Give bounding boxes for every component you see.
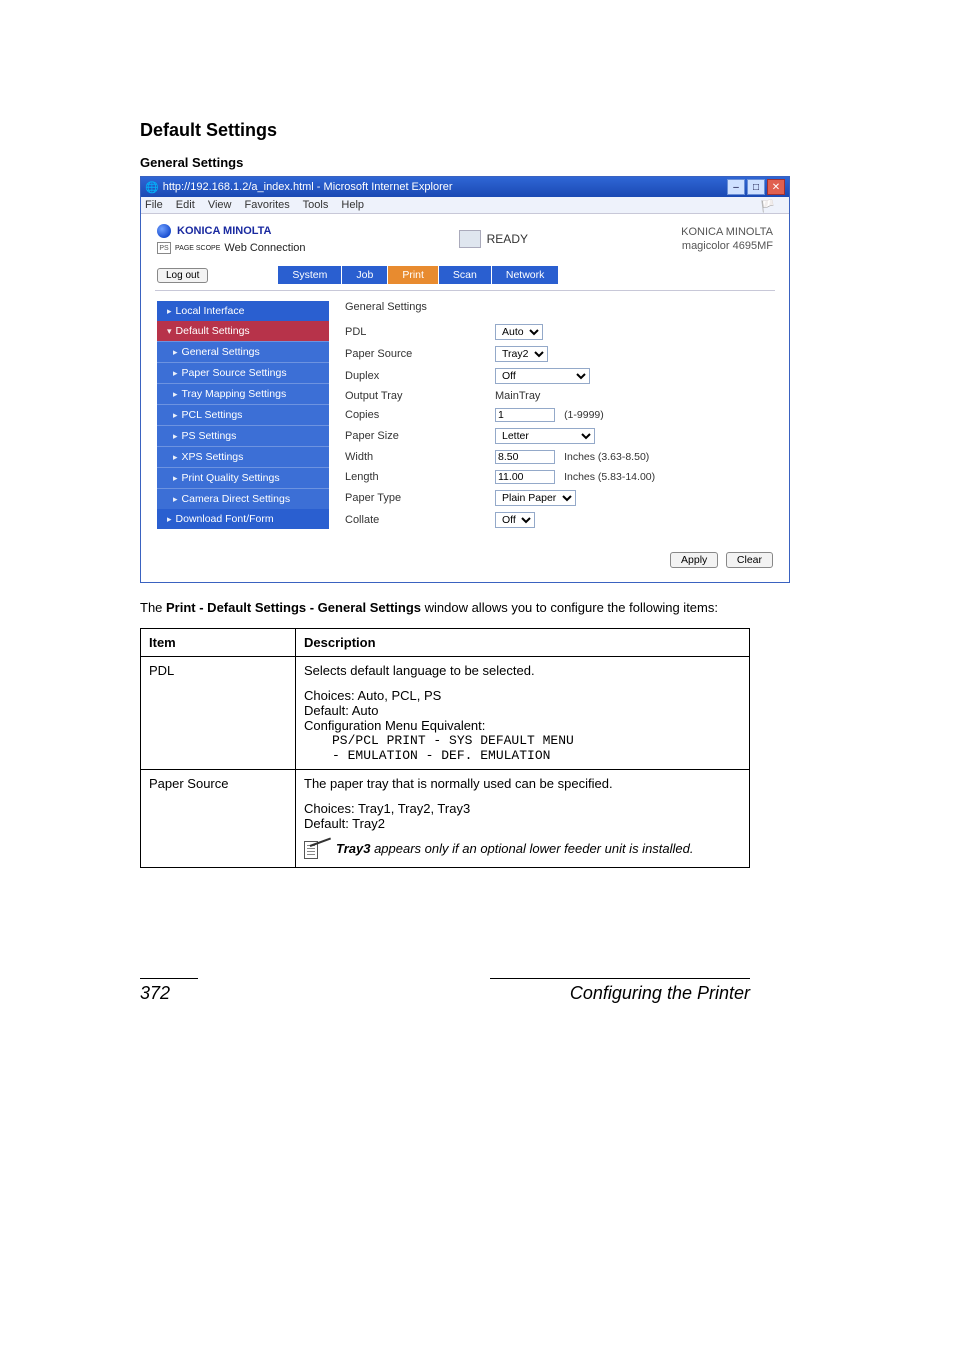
- note-text: Tray3 appears only if an optional lower …: [336, 841, 694, 856]
- pagescope-prefix: PAGE SCOPE: [175, 245, 220, 252]
- tab-job[interactable]: Job: [342, 266, 387, 284]
- brand-block: KONICA MINOLTA PS PAGE SCOPE Web Connect…: [157, 224, 306, 254]
- select-collate[interactable]: Off: [495, 512, 535, 528]
- tab-network[interactable]: Network: [492, 266, 559, 284]
- window-titlebar: 🌐 http://192.168.1.2/a_index.html - Micr…: [141, 177, 789, 197]
- label-length: Length: [345, 471, 495, 483]
- label-output-tray: Output Tray: [345, 390, 495, 402]
- input-copies[interactable]: [495, 408, 555, 422]
- sidebar-item-default-settings[interactable]: Default Settings: [157, 321, 329, 341]
- sidebar-item-local-interface[interactable]: Local Interface: [157, 301, 329, 321]
- unit-width: Inches (3.63-8.50): [564, 451, 649, 463]
- select-duplex[interactable]: Off: [495, 368, 590, 384]
- settings-form: General Settings PDL Auto Paper Source T…: [345, 301, 773, 531]
- input-length[interactable]: [495, 470, 555, 484]
- sidebar-item-xps-settings[interactable]: XPS Settings: [157, 446, 329, 467]
- menu-help[interactable]: Help: [341, 199, 364, 211]
- section-title: Default Settings: [140, 120, 814, 141]
- sidebar: Local Interface Default Settings General…: [157, 301, 329, 531]
- menu-edit[interactable]: Edit: [176, 199, 195, 211]
- browser-window: 🌐 http://192.168.1.2/a_index.html - Micr…: [140, 176, 790, 583]
- row-papersource-desc: The paper tray that is normally used can…: [296, 769, 750, 867]
- label-pdl: PDL: [345, 326, 495, 338]
- select-paper-type[interactable]: Plain Paper: [495, 490, 576, 506]
- pagescope-icon: PS: [157, 242, 171, 254]
- menu-file[interactable]: File: [145, 199, 163, 211]
- sidebar-item-print-quality-settings[interactable]: Print Quality Settings: [157, 467, 329, 488]
- close-button[interactable]: ✕: [767, 179, 785, 195]
- maximize-button[interactable]: □: [747, 179, 765, 195]
- tab-print[interactable]: Print: [388, 266, 438, 284]
- webconnection-label: Web Connection: [224, 242, 305, 254]
- page-number: 372: [140, 983, 170, 1004]
- apply-button[interactable]: Apply: [670, 552, 718, 568]
- form-title: General Settings: [345, 301, 773, 313]
- model-line1: KONICA MINOLTA: [681, 225, 773, 239]
- footer-text: Configuring the Printer: [570, 983, 750, 1004]
- brand-name: KONICA MINOLTA: [177, 225, 272, 237]
- clear-button[interactable]: Clear: [726, 552, 773, 568]
- label-copies: Copies: [345, 409, 495, 421]
- tab-scan[interactable]: Scan: [439, 266, 491, 284]
- menu-view[interactable]: View: [208, 199, 232, 211]
- browser-menubar: File Edit View Favorites Tools Help 🏳️: [141, 197, 789, 214]
- menu-tools[interactable]: Tools: [303, 199, 329, 211]
- select-pdl[interactable]: Auto: [495, 324, 543, 340]
- label-paper-type: Paper Type: [345, 492, 495, 504]
- label-paper-size: Paper Size: [345, 430, 495, 442]
- logout-button[interactable]: Log out: [157, 268, 208, 283]
- sidebar-item-camera-direct-settings[interactable]: Camera Direct Settings: [157, 488, 329, 509]
- window-title: http://192.168.1.2/a_index.html - Micros…: [163, 181, 453, 193]
- sidebar-item-ps-settings[interactable]: PS Settings: [157, 425, 329, 446]
- tab-system[interactable]: System: [278, 266, 341, 284]
- sidebar-item-paper-source-settings[interactable]: Paper Source Settings: [157, 362, 329, 383]
- sidebar-item-pcl-settings[interactable]: PCL Settings: [157, 404, 329, 425]
- row-papersource-name: Paper Source: [141, 769, 296, 867]
- sidebar-item-download-font-form[interactable]: Download Font/Form: [157, 509, 329, 529]
- minimize-button[interactable]: –: [727, 179, 745, 195]
- printer-icon: [459, 230, 481, 248]
- sidebar-item-tray-mapping-settings[interactable]: Tray Mapping Settings: [157, 383, 329, 404]
- row-pdl-desc: Selects default language to be selected.…: [296, 656, 750, 769]
- brand-logo-icon: [157, 224, 171, 238]
- ie-flag-icon: 🏳️: [760, 199, 775, 213]
- hint-copies: (1-9999): [564, 409, 604, 421]
- label-paper-source: Paper Source: [345, 348, 495, 360]
- row-pdl-name: PDL: [141, 656, 296, 769]
- unit-length: Inches (5.83-14.00): [564, 471, 655, 483]
- label-collate: Collate: [345, 514, 495, 526]
- status-ready: READY: [487, 232, 528, 246]
- note-icon: [304, 841, 328, 861]
- value-output-tray: MainTray: [495, 390, 540, 402]
- ie-icon: 🌐: [145, 181, 159, 194]
- input-width[interactable]: [495, 450, 555, 464]
- select-paper-source[interactable]: Tray2: [495, 346, 548, 362]
- intro-paragraph: The Print - Default Settings - General S…: [140, 599, 814, 618]
- label-duplex: Duplex: [345, 370, 495, 382]
- subheading: General Settings: [140, 155, 814, 170]
- model-line2: magicolor 4695MF: [681, 239, 773, 253]
- menu-favorites[interactable]: Favorites: [245, 199, 290, 211]
- select-paper-size[interactable]: Letter: [495, 428, 595, 444]
- col-desc: Description: [296, 628, 750, 656]
- settings-table: Item Description PDL Selects default lan…: [140, 628, 750, 868]
- col-item: Item: [141, 628, 296, 656]
- model-info: KONICA MINOLTA magicolor 4695MF: [681, 225, 773, 254]
- label-width: Width: [345, 451, 495, 463]
- sidebar-item-general-settings[interactable]: General Settings: [157, 341, 329, 362]
